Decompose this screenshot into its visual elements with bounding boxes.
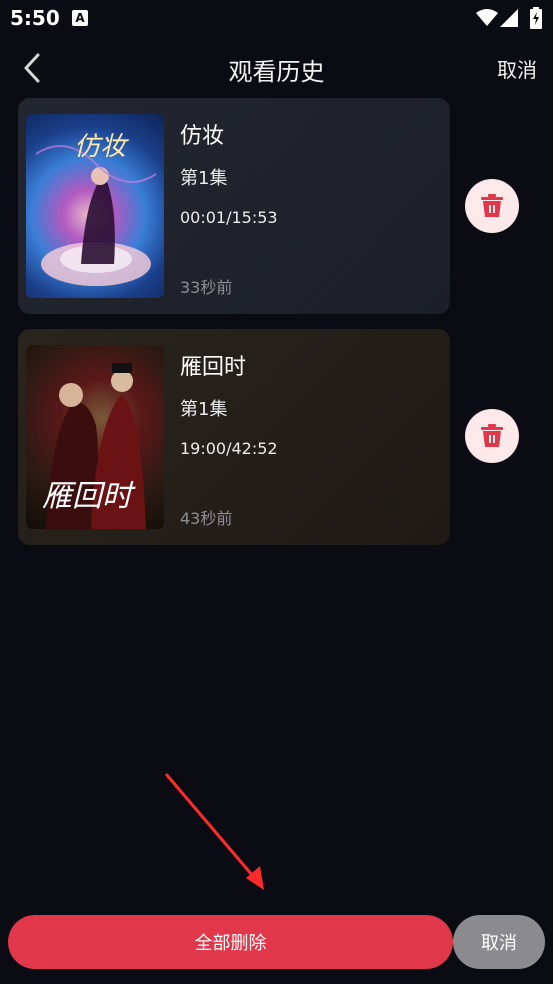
history-progress: 19:00/42:52 [180, 439, 278, 458]
trash-icon [481, 424, 503, 447]
history-title: 仿妆 [180, 124, 225, 149]
history-item[interactable]: 仿妆 仿妆 第1集 00:01/15:53 33秒前 [18, 98, 450, 314]
header-cancel-button[interactable]: 取消 [497, 54, 537, 83]
status-bar: 5:50 A [0, 0, 553, 36]
trash-icon [481, 194, 503, 217]
arrow-annotation-icon [164, 773, 264, 890]
header: 观看历史 取消 [0, 40, 553, 96]
history-time-ago: 33秒前 [180, 278, 233, 297]
screen: 5:50 A 观看历史 取消 仿妆 仿妆 第1集 00:01/15:53 33秒… [0, 0, 553, 984]
poster-image: 仿妆 [26, 114, 164, 298]
history-episode: 第1集 [180, 168, 228, 189]
delete-item-button[interactable] [465, 179, 519, 233]
back-chevron-icon [24, 53, 40, 83]
notification-a-icon: A [72, 10, 88, 26]
delete-all-button[interactable]: 全部删除 [8, 915, 453, 969]
delete-item-button[interactable] [465, 409, 519, 463]
battery-icon [530, 7, 542, 29]
poster-title: 雁回时 [42, 479, 132, 514]
page-title: 观看历史 [228, 58, 325, 86]
history-item[interactable]: 雁回时 雁回时 第1集 19:00/42:52 43秒前 [18, 329, 450, 545]
history-title: 雁回时 [180, 355, 247, 380]
status-time: 5:50 [10, 6, 60, 30]
wifi-icon [476, 9, 498, 26]
history-episode: 第1集 [180, 399, 228, 420]
bottom-cancel-button[interactable]: 取消 [453, 915, 545, 969]
poster-image: 雁回时 [26, 345, 164, 529]
poster-title: 仿妆 [74, 132, 127, 162]
signal-icon [500, 9, 518, 27]
back-button[interactable] [14, 50, 50, 86]
history-time-ago: 43秒前 [180, 509, 233, 528]
history-progress: 00:01/15:53 [180, 208, 278, 227]
